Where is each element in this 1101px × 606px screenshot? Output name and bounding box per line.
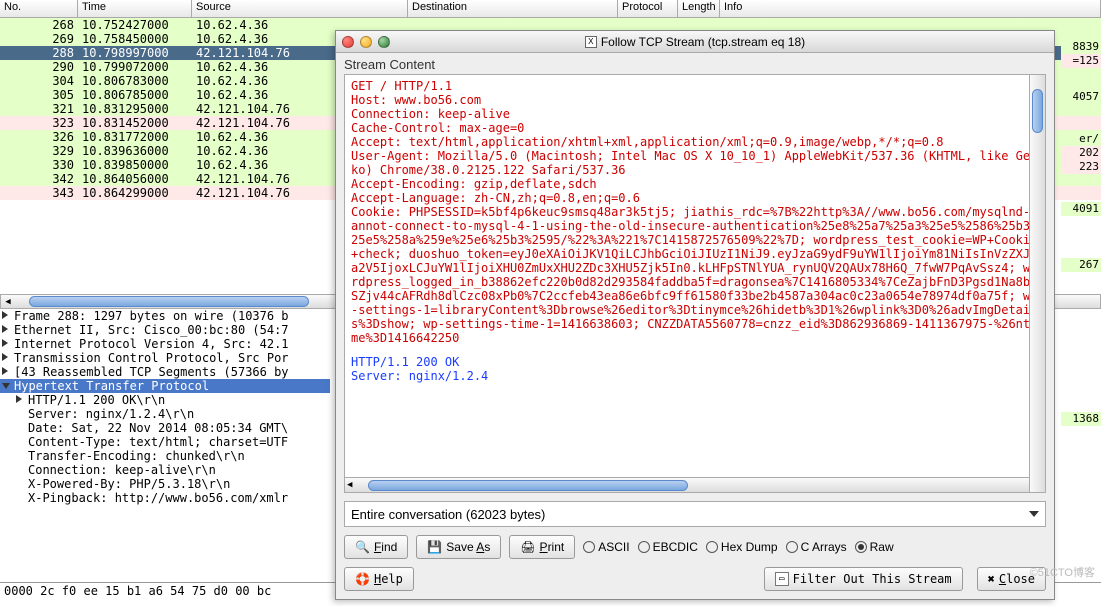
tree-item[interactable]: Date: Sat, 22 Nov 2014 08:05:34 GMT\ (0, 421, 330, 435)
dialog-titlebar[interactable]: XFollow TCP Stream (tcp.stream eq 18) (336, 31, 1054, 53)
overflow-cell: 4091 (1061, 202, 1101, 216)
overflow-cell: 1368 (1061, 412, 1101, 426)
maximize-window-icon[interactable] (378, 36, 390, 48)
tree-item[interactable]: Frame 288: 1297 bytes on wire (10376 b (0, 309, 330, 323)
expand-icon[interactable] (2, 311, 8, 319)
help-button[interactable]: 🛟Help (344, 567, 414, 591)
expand-icon[interactable] (16, 395, 22, 403)
expand-icon[interactable] (2, 383, 10, 389)
follow-tcp-stream-dialog: XFollow TCP Stream (tcp.stream eq 18) St… (335, 30, 1055, 600)
save-icon: 💾 (427, 540, 442, 554)
col-info[interactable]: Info (720, 0, 1101, 17)
tree-item[interactable]: [43 Reassembled TCP Segments (57366 by (0, 365, 330, 379)
close-icon: ✖ (988, 572, 995, 586)
stream-content-label: Stream Content (336, 53, 1054, 72)
tree-item[interactable]: HTTP/1.1 200 OK\r\n (0, 393, 330, 407)
radio-hexdump[interactable]: Hex Dump (706, 540, 778, 554)
radio-ebcdic[interactable]: EBCDIC (638, 540, 698, 554)
tree-item[interactable]: Ethernet II, Src: Cisco_00:bc:80 (54:7 (0, 323, 330, 337)
dropdown-arrow-icon (1029, 511, 1039, 517)
scroll-left-icon[interactable]: ◀ (1, 297, 15, 307)
right-overflow-column: 8839=125 4057 er/202223 4091 267 1368 (1061, 18, 1101, 582)
overflow-cell: 223 (1061, 160, 1101, 174)
col-time[interactable]: Time (78, 0, 192, 17)
overflow-cell: 267 (1061, 258, 1101, 272)
overflow-cell: er/ (1061, 132, 1101, 146)
content-hscroll[interactable]: ◀ (345, 477, 1029, 492)
tree-item[interactable]: Content-Type: text/html; charset=UTF (0, 435, 330, 449)
watermark: ©51CTO博客 (1030, 564, 1095, 580)
tree-item[interactable]: Transfer-Encoding: chunked\r\n (0, 449, 330, 463)
dialog-title: XFollow TCP Stream (tcp.stream eq 18) (336, 35, 1054, 49)
col-length[interactable]: Length (678, 0, 720, 17)
find-button[interactable]: 🔍Find (344, 535, 408, 559)
filter-out-button[interactable]: ▭Filter Out This Stream (764, 567, 963, 591)
stream-content-text[interactable]: GET / HTTP/1.1 Host: www.bo56.com Connec… (344, 74, 1046, 493)
scroll-thumb[interactable] (29, 296, 309, 307)
radio-raw[interactable]: Raw (855, 540, 894, 554)
col-protocol[interactable]: Protocol (618, 0, 678, 17)
help-icon: 🛟 (355, 572, 370, 586)
tree-item[interactable]: Connection: keep-alive\r\n (0, 463, 330, 477)
tree-item[interactable]: Hypertext Transfer Protocol (0, 379, 330, 393)
search-icon: 🔍 (355, 540, 370, 554)
radio-carrays[interactable]: C Arrays (786, 540, 847, 554)
table-header: No. Time Source Destination Protocol Len… (0, 0, 1101, 18)
filter-icon: ▭ (775, 572, 789, 586)
overflow-cell: =125 (1061, 54, 1101, 68)
minimize-window-icon[interactable] (360, 36, 372, 48)
col-destination[interactable]: Destination (408, 0, 618, 17)
tree-item[interactable]: Server: nginx/1.2.4\r\n (0, 407, 330, 421)
overflow-cell: 202 (1061, 146, 1101, 160)
tree-item[interactable]: X-Powered-By: PHP/5.3.18\r\n (0, 477, 330, 491)
conversation-selector[interactable]: Entire conversation (62023 bytes) (344, 501, 1046, 527)
expand-icon[interactable] (2, 353, 8, 361)
print-button[interactable]: 🖨Print (509, 535, 575, 559)
tree-item[interactable]: X-Pingback: http://www.bo56.com/xmlr (0, 491, 330, 505)
print-icon: 🖨 (520, 540, 535, 554)
tree-item[interactable]: Transmission Control Protocol, Src Por (0, 351, 330, 365)
close-window-icon[interactable] (342, 36, 354, 48)
radio-ascii[interactable]: ASCII (583, 540, 629, 554)
overflow-cell: 8839 (1061, 40, 1101, 54)
col-no[interactable]: No. (0, 0, 78, 17)
save-as-button[interactable]: 💾Save As (416, 535, 501, 559)
overflow-cell: 4057 (1061, 90, 1101, 104)
expand-icon[interactable] (2, 367, 8, 375)
col-source[interactable]: Source (192, 0, 408, 17)
expand-icon[interactable] (2, 339, 8, 347)
tree-item[interactable]: Internet Protocol Version 4, Src: 42.1 (0, 337, 330, 351)
expand-icon[interactable] (2, 325, 8, 333)
x11-icon: X (585, 36, 597, 48)
content-vscroll[interactable] (1029, 75, 1045, 492)
packet-details-tree: Frame 288: 1297 bytes on wire (10376 bEt… (0, 309, 330, 579)
